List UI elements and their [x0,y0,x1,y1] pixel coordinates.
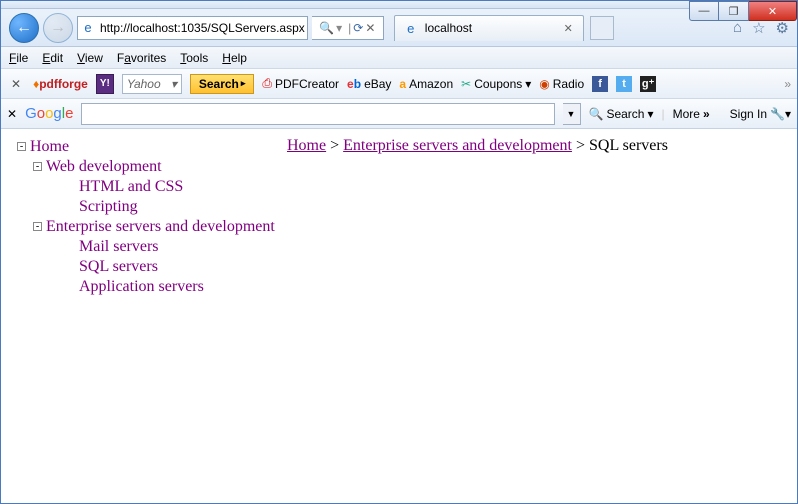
pdfforge-toolbar: ✕ ♦pdfforge Y! Yahoo▾ Search ▸ ⎙PDFCreat… [1,69,797,99]
search-button[interactable]: Search ▸ [190,74,255,94]
toolbar-chevron-icon[interactable]: » [784,77,791,91]
radio-button[interactable]: ◉Radio [539,77,584,91]
facebook-icon[interactable]: f [592,76,608,92]
toolbar-close-button[interactable]: ✕ [7,77,25,91]
google-toolbar: ✕ Google ▼ 🔍Search ▾ | More » Sign In 🔧▾ [1,99,797,129]
menu-edit[interactable]: Edit [42,51,63,65]
twitter-icon[interactable]: t [616,76,632,92]
home-icon[interactable]: ⌂ [733,19,742,37]
coupons-button[interactable]: ✂Coupons ▾ [461,77,531,91]
page-content: - Home - Web development HTML and CSS Sc… [1,129,797,503]
favorites-icon[interactable]: ☆ [752,19,765,37]
pdfcreator-button[interactable]: ⎙PDFCreator [262,76,339,91]
google-search-dropdown[interactable]: ▼ [563,103,581,125]
navigation-tree: - Home - Web development HTML and CSS Sc… [17,137,287,495]
breadcrumb-enterprise[interactable]: Enterprise servers and development [343,137,572,154]
tree-link-mail[interactable]: Mail servers [79,237,287,257]
ie-page-icon: e [80,20,96,36]
menu-bar: File Edit View Favorites Tools Help [1,47,797,69]
new-tab-button[interactable] [590,16,614,40]
menu-view[interactable]: View [77,51,103,65]
window-close-button[interactable]: ✕ [749,1,797,21]
breadcrumb: Home > Enterprise servers and developmen… [287,137,668,495]
tree-link-webdev[interactable]: Web development [46,157,162,177]
tree-link-sql[interactable]: SQL servers [79,257,287,277]
google-search-input[interactable] [81,103,554,125]
collapse-icon[interactable]: - [17,142,26,151]
stop-button[interactable]: ✕ [365,21,375,35]
tools-gear-icon[interactable]: ⚙ [776,19,789,37]
window-maximize-button[interactable]: ❐ [719,1,749,21]
tree-link-home[interactable]: Home [30,137,69,157]
tree-link-htmlcss[interactable]: HTML and CSS [79,177,287,197]
menu-favorites[interactable]: Favorites [117,51,166,65]
collapse-icon[interactable]: - [33,162,42,171]
browser-tab[interactable]: e localhost ✕ [394,15,584,41]
browser-nav-bar: ← → e http://localhost:1035/SQLServers.a… [1,9,797,47]
googleplus-icon[interactable]: g⁺ [640,76,656,92]
google-search-button[interactable]: 🔍Search ▾ [589,107,654,121]
address-bar[interactable]: e http://localhost:1035/SQLServers.aspx [77,16,308,40]
refresh-button[interactable]: ⟳ [353,21,363,35]
address-search-buttons[interactable]: 🔍 ▾ | ⟳ ✕ [312,16,384,40]
google-toolbar-close-button[interactable]: ✕ [7,107,17,121]
yahoo-search-input[interactable]: Yahoo▾ [122,74,182,94]
breadcrumb-current: SQL servers [589,137,668,154]
back-button[interactable]: ← [9,13,39,43]
tree-node-enterprise: - Enterprise servers and development [33,217,287,237]
search-icon[interactable]: 🔍 [319,21,334,35]
ie-favicon-icon: e [403,20,419,36]
google-logo[interactable]: Google [25,105,73,122]
google-more-button[interactable]: More » [673,107,710,121]
tree-link-scripting[interactable]: Scripting [79,197,287,217]
tab-title: localhost [425,21,472,35]
url-text: http://localhost:1035/SQLServers.aspx [100,21,305,35]
tab-close-button[interactable]: ✕ [562,22,575,35]
breadcrumb-separator: > [572,137,589,154]
window-minimize-button[interactable]: — [689,1,719,21]
tree-link-enterprise[interactable]: Enterprise servers and development [46,217,275,237]
amazon-button[interactable]: aAmazon [399,77,453,91]
google-signin-button[interactable]: Sign In 🔧▾ [730,107,791,121]
yahoo-icon[interactable]: Y! [96,74,114,94]
tree-link-app[interactable]: Application servers [79,277,287,297]
breadcrumb-home[interactable]: Home [287,137,326,154]
collapse-icon[interactable]: - [33,222,42,231]
ebay-button[interactable]: ebeBay [347,77,391,91]
menu-tools[interactable]: Tools [180,51,208,65]
window-titlebar: — ❐ ✕ [1,1,797,9]
menu-file[interactable]: File [9,51,28,65]
tree-node-home: - Home [17,137,287,157]
pdfforge-logo[interactable]: ♦pdfforge [33,77,88,91]
tree-node-webdev: - Web development [33,157,287,177]
menu-help[interactable]: Help [222,51,247,65]
forward-button: → [43,13,73,43]
breadcrumb-separator: > [326,137,343,154]
